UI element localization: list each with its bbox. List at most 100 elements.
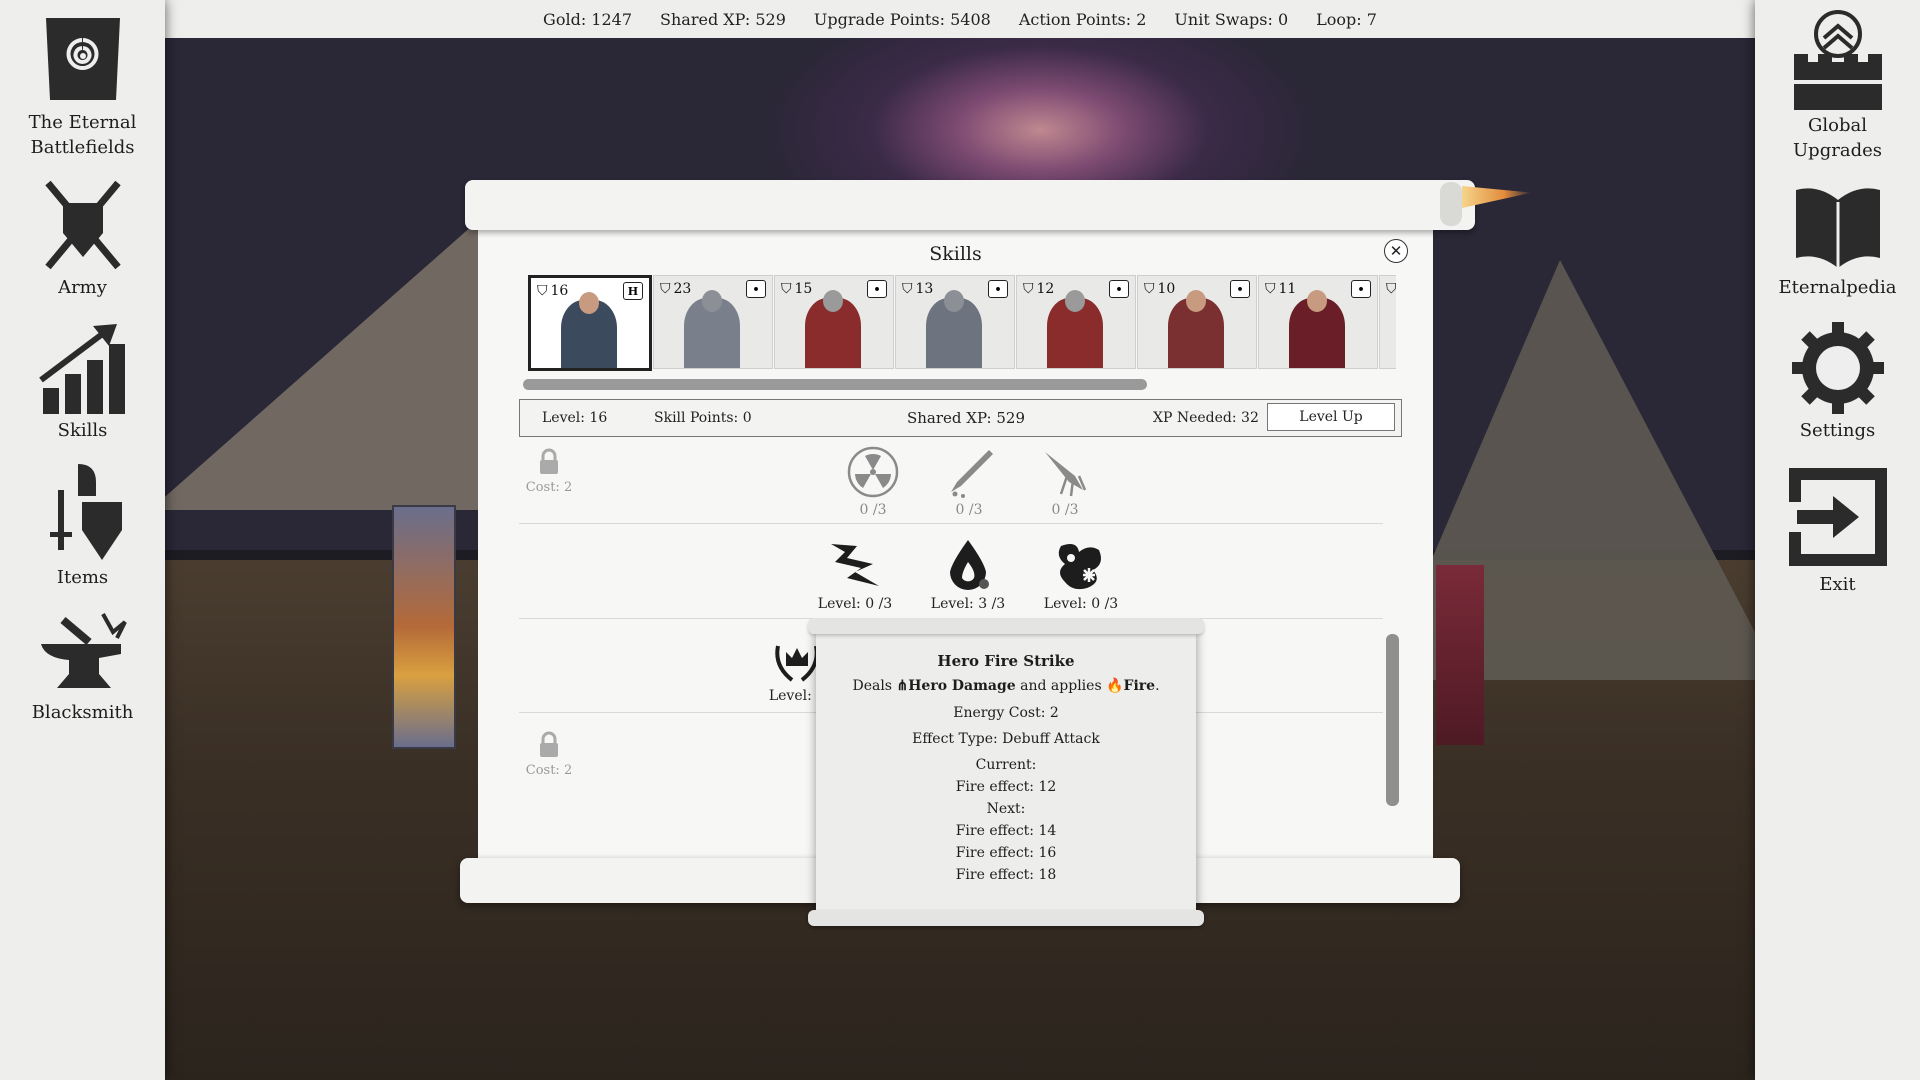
xp-needed-label: XP Needed: 32 [1153, 410, 1259, 426]
unit-level: ⛉ 13 [902, 281, 933, 297]
fire-drop-icon [950, 540, 989, 590]
unit-head [1186, 290, 1206, 312]
unit-card[interactable]: ⛉ 15 • [774, 275, 894, 369]
banner-right [1436, 565, 1484, 745]
anvil-hammer-icon [40, 613, 127, 688]
skill-dripping-blade[interactable]: 0 /3 [914, 446, 1024, 518]
skill-points-label: Skill Points: 0 [654, 410, 752, 426]
exit-icon [1788, 468, 1887, 566]
nav-label: Items [56, 567, 109, 588]
unit-level: ⛉ 11 [1265, 281, 1296, 297]
unit-level: ⛉ 15 [781, 281, 812, 297]
unit-badge: • [988, 280, 1008, 298]
nav-army[interactable]: Army [0, 175, 165, 300]
rank-icon: ⛉ [1386, 281, 1396, 297]
unit-badge: • [746, 280, 766, 298]
unit-badge: • [1109, 280, 1129, 298]
unit-card[interactable]: ⛉ 12 • [1016, 275, 1136, 369]
tooltip-energy-cost: Energy Cost: 2 [953, 705, 1059, 721]
upgrade-points-counter: Upgrade Points: 5408 [813, 9, 991, 29]
unit-head [1065, 290, 1085, 312]
padlock-icon [540, 731, 558, 757]
tooltip-fire: Fire [1123, 678, 1156, 694]
right-sidebar: Global Upgrades Eternalpedia Settings Ex… [1755, 0, 1920, 1080]
fire-icon: 🔥 [1106, 678, 1124, 694]
tooltip-rod-bottom [808, 910, 1204, 926]
nav-label: Settings [1799, 420, 1876, 441]
unit-card[interactable]: ⛉ 16 H [528, 275, 652, 371]
rank-icon: ⛉ [537, 283, 548, 299]
unit-level-label: Level: 16 [542, 410, 608, 426]
tooltip-description: Deals ⋔Hero Damage and applies 🔥Fire. [816, 678, 1196, 694]
close-button[interactable]: ✕ [1384, 239, 1408, 263]
loop-counter: Loop: 7 [1316, 9, 1377, 29]
horizontal-scrollbar[interactable] [523, 379, 1147, 390]
scroll-rod-top [465, 180, 1475, 230]
level-up-button[interactable]: Level Up [1267, 403, 1395, 431]
vertical-scrollbar[interactable] [1386, 634, 1399, 806]
unit-card[interactable]: ⛉ 13 • [895, 275, 1015, 369]
spiral-scroll-icon [45, 18, 120, 100]
skill-tooltip: Hero Fire Strike Deals ⋔Hero Damage and … [808, 618, 1204, 926]
tooltip-next-value: Fire effect: 18 [955, 867, 1057, 883]
nav-label: Upgrades [1793, 140, 1882, 161]
action-points-counter: Action Points: 2 [1018, 9, 1147, 29]
resource-bar: Gold: 1247 Shared XP: 529 Upgrade Points… [165, 0, 1755, 38]
crown-wreath-icon [775, 645, 819, 682]
unit-card[interactable]: ⛉ 11 • [1258, 275, 1378, 369]
skill-level: 0 /3 [955, 502, 983, 518]
open-book-icon [1795, 188, 1880, 270]
unit-level-value: 13 [915, 281, 934, 297]
unit-level: ⛉ 16 [537, 283, 568, 299]
tooltip-title: Hero Fire Strike [937, 652, 1075, 670]
tooltip-deals: Deals [852, 678, 892, 694]
rank-icon: ⛉ [902, 281, 913, 297]
unit-level: ⛉ 23 [660, 281, 691, 297]
unit-badge: • [1351, 280, 1371, 298]
tooltip-rod-top [808, 618, 1204, 634]
banner-left [392, 505, 456, 749]
nav-blacksmith[interactable]: Blacksmith [0, 610, 165, 725]
unit-card[interactable]: ⛉ 10 • [1137, 275, 1257, 369]
skill-lightning-slash[interactable]: Level: 0 /3 [800, 538, 910, 612]
unit-level: ⛉ 12 [1023, 281, 1054, 297]
skill-frost-fire[interactable]: Level: 0 /3 [1026, 538, 1136, 612]
tooltip-period: . [1155, 678, 1160, 694]
nav-eternal-battlefields[interactable]: The Eternal Battlefields [0, 10, 165, 160]
unit-badge: • [867, 280, 887, 298]
nav-skills[interactable]: Skills [0, 318, 165, 443]
shared-xp-label: Shared XP: 529 [907, 409, 1025, 427]
nav-label: Blacksmith [31, 702, 134, 723]
skill-radiation[interactable]: 0 /3 [818, 446, 928, 518]
unit-card[interactable]: ⛉ 23 • [653, 275, 773, 369]
tooltip-current-value: Fire effect: 12 [955, 779, 1057, 795]
unit-head [1307, 290, 1327, 312]
claw-damage-icon: ⋔ [896, 678, 909, 694]
tooltip-current-label: Current: [975, 757, 1037, 773]
rank-icon: ⛉ [1265, 281, 1276, 297]
nav-global-upgrades[interactable]: Global Upgrades [1755, 8, 1920, 163]
nav-label: The Eternal [28, 112, 137, 133]
tooltip-next-value: Fire effect: 14 [955, 823, 1057, 839]
unit-level-value: 10 [1157, 281, 1176, 297]
nav-label: Eternalpedia [1778, 277, 1897, 298]
unit-level-value: 15 [794, 281, 813, 297]
dripping-blade-icon [951, 450, 993, 498]
skill-level: Level: 0 /3 [817, 596, 893, 612]
nav-exit[interactable]: Exit [1755, 462, 1920, 597]
nav-settings[interactable]: Settings [1755, 318, 1920, 443]
frost-fire-icon [1058, 544, 1101, 590]
unit-level-value: 12 [1036, 281, 1055, 297]
skill-hero-fire-strike[interactable]: Level: 3 /3 [913, 538, 1023, 612]
skill-bleeding-strike[interactable]: 0 /3 [1010, 446, 1120, 518]
unit-head [944, 290, 964, 312]
unit-swaps-counter: Unit Swaps: 0 [1174, 9, 1289, 29]
nav-eternalpedia[interactable]: Eternalpedia [1755, 180, 1920, 300]
crossed-swords-shield-icon [44, 180, 121, 270]
nav-label: Skills [57, 420, 108, 441]
nav-items[interactable]: Items [0, 460, 165, 590]
tooltip-next-value: Fire effect: 16 [955, 845, 1057, 861]
radiation-icon [847, 446, 899, 498]
unit-card-partial[interactable]: ⛉ [1379, 275, 1396, 369]
bleeding-strike-icon [1045, 452, 1087, 497]
